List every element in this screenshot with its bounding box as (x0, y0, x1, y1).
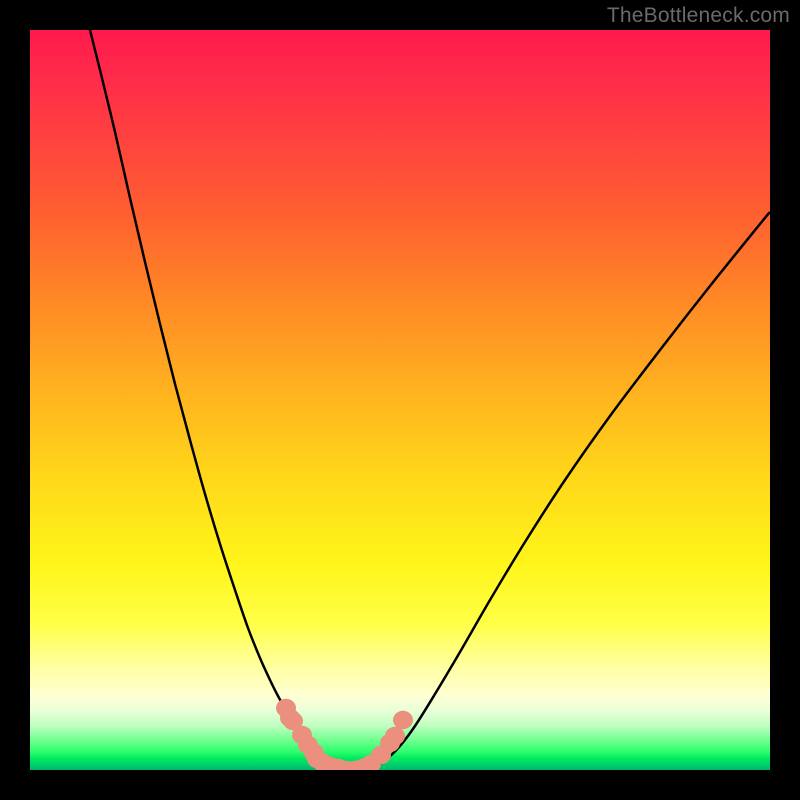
bottleneck-curve (90, 30, 770, 770)
chart-container: TheBottleneck.com (0, 0, 800, 800)
plot-area (30, 30, 770, 770)
curve-markers (276, 699, 413, 770)
curve-marker (385, 727, 405, 745)
curve-svg (30, 30, 770, 770)
watermark-text: TheBottleneck.com (607, 4, 790, 28)
curve-marker (393, 711, 413, 729)
